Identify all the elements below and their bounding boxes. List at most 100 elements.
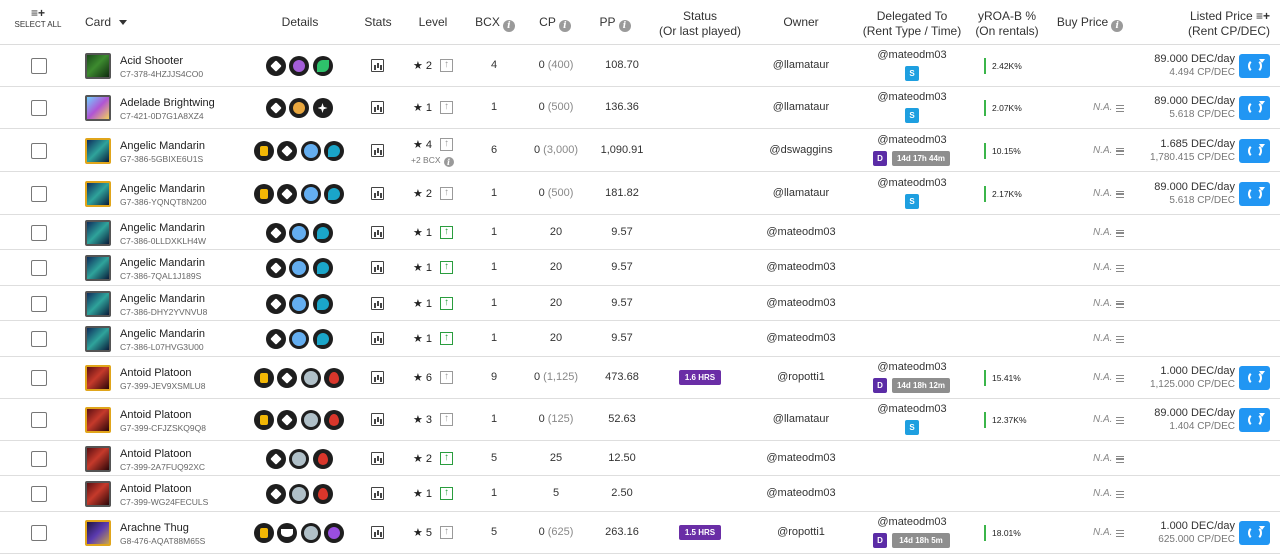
- card-name[interactable]: Antoid Platoon: [120, 448, 192, 460]
- owner-link[interactable]: @mateodm03: [740, 452, 862, 464]
- table-row[interactable]: Acid Shooter C7-378-4HZJJS4CO0 ★ 2 ↑ 4 0 (400…: [0, 45, 1280, 87]
- owner-link[interactable]: @mateodm03: [740, 487, 862, 499]
- stats-icon[interactable]: [371, 296, 384, 310]
- info-icon[interactable]: i: [618, 20, 631, 32]
- row-checkbox[interactable]: [31, 412, 47, 428]
- stats-icon[interactable]: [371, 487, 384, 500]
- card-name[interactable]: Angelic Mandarin: [120, 257, 205, 269]
- table-row[interactable]: Angelic Mandarin G7-386-YQNQT8N200 ★ 2 ↑ 1 0 …: [0, 172, 1280, 215]
- list-icon[interactable]: [1116, 105, 1124, 112]
- list-icon[interactable]: [1116, 530, 1124, 537]
- delegated-to-link[interactable]: @mateodm03: [862, 361, 962, 373]
- table-row[interactable]: Antoid Platoon G7-399-CFJZSKQ9Q8 ★ 3 ↑ 1 0 (1…: [0, 399, 1280, 441]
- table-row[interactable]: Antoid Platoon C7-399-WG24FECULS ★ 1 ↑ 1 5 2.5…: [0, 476, 1280, 512]
- level-up-icon[interactable]: ↑: [440, 261, 453, 274]
- card-thumbnail[interactable]: [85, 137, 111, 164]
- list-icon[interactable]: [1116, 147, 1124, 155]
- stats-icon[interactable]: [371, 526, 384, 539]
- list-icon[interactable]: [1116, 491, 1124, 498]
- level-up-icon[interactable]: ↑: [440, 225, 453, 239]
- info-icon[interactable]: i: [502, 20, 515, 32]
- info-icon[interactable]: i: [558, 20, 571, 32]
- row-checkbox[interactable]: [31, 260, 47, 276]
- owner-link[interactable]: @ropotti1: [740, 526, 862, 538]
- card-thumbnail[interactable]: [85, 365, 111, 391]
- table-row[interactable]: Arachne Thug G8-476-AQAT88M65S ★ 5 ↑ 5 0 (625…: [0, 512, 1280, 554]
- card-name[interactable]: Angelic Mandarin: [120, 328, 205, 340]
- card-name[interactable]: Angelic Mandarin: [120, 183, 205, 195]
- owner-link[interactable]: @ropotti1: [740, 371, 862, 383]
- owner-link[interactable]: @llamataur: [740, 101, 862, 113]
- card-name[interactable]: Acid Shooter: [120, 55, 183, 67]
- table-row[interactable]: Adelade Brightwing C7-421-0D7G1A8XZ4 ★ 1 ↑ 1…: [0, 87, 1280, 129]
- table-row[interactable]: Antoid Platoon C7-399-2A7FUQ92XC ★ 2 ↑ 5 25 12…: [0, 441, 1280, 476]
- card-thumbnail[interactable]: [85, 180, 111, 207]
- row-checkbox[interactable]: [31, 331, 47, 347]
- list-icon[interactable]: [1116, 336, 1124, 343]
- refresh-icon[interactable]: [1239, 54, 1270, 78]
- card-column-header[interactable]: Card: [85, 15, 128, 30]
- refresh-icon[interactable]: [1239, 96, 1270, 120]
- card-name[interactable]: Arachne Thug: [120, 522, 189, 534]
- stats-icon[interactable]: [371, 101, 384, 114]
- owner-link[interactable]: @mateodm03: [740, 297, 862, 309]
- row-checkbox[interactable]: [31, 450, 47, 467]
- refresh-icon[interactable]: [1239, 408, 1270, 432]
- card-thumbnail[interactable]: [85, 219, 111, 246]
- card-name[interactable]: Angelic Mandarin: [120, 293, 205, 305]
- table-row[interactable]: Angelic Mandarin C7-386-DHY2YVNVU8 ★ 1 ↑ 1 20…: [0, 286, 1280, 321]
- owner-link[interactable]: @mateodm03: [740, 261, 862, 273]
- stats-icon[interactable]: [371, 225, 384, 239]
- stats-icon[interactable]: [371, 143, 384, 157]
- row-checkbox[interactable]: [31, 525, 47, 541]
- owner-link[interactable]: @llamataur: [740, 187, 862, 199]
- card-thumbnail[interactable]: [85, 53, 111, 79]
- owner-link[interactable]: @dswaggins: [740, 144, 862, 156]
- list-icon[interactable]: [1116, 300, 1124, 308]
- level-up-icon[interactable]: ↑: [440, 487, 453, 500]
- table-row[interactable]: Antoid Platoon G7-399-JEV9XSMLU8 ★ 6 ↑ 9 0 (1…: [0, 357, 1280, 399]
- table-row[interactable]: Angelic Mandarin G7-386-5GBIXE6U1S ★ 4 ↑ +2 …: [0, 129, 1280, 172]
- card-name[interactable]: Angelic Mandarin: [120, 140, 205, 152]
- card-thumbnail[interactable]: [85, 95, 111, 121]
- row-checkbox[interactable]: [31, 142, 47, 159]
- owner-link[interactable]: @llamataur: [740, 413, 862, 425]
- card-name[interactable]: Antoid Platoon: [120, 367, 192, 379]
- info-icon[interactable]: i: [1111, 20, 1124, 32]
- table-row[interactable]: Angelic Mandarin C7-386-L07HVG3U00 ★ 1 ↑ 1 20…: [0, 321, 1280, 357]
- delegated-to-link[interactable]: @mateodm03: [862, 177, 962, 189]
- row-checkbox[interactable]: [31, 370, 47, 386]
- row-checkbox[interactable]: [31, 224, 47, 241]
- card-thumbnail[interactable]: [85, 290, 111, 317]
- table-row[interactable]: Angelic Mandarin C7-386-7QAL1J189S ★ 1 ↑ 1 20…: [0, 250, 1280, 286]
- level-up-icon[interactable]: ↑: [440, 296, 453, 310]
- level-up-icon[interactable]: ↑: [440, 332, 453, 345]
- refresh-icon[interactable]: [1239, 138, 1270, 163]
- stats-icon[interactable]: [371, 332, 384, 345]
- stats-icon[interactable]: [371, 186, 384, 200]
- info-icon[interactable]: i: [443, 156, 454, 167]
- card-thumbnail[interactable]: [85, 481, 111, 507]
- stats-icon[interactable]: [371, 371, 384, 384]
- card-thumbnail[interactable]: [85, 326, 111, 352]
- refresh-icon[interactable]: [1239, 521, 1270, 545]
- row-checkbox[interactable]: [31, 100, 47, 116]
- owner-link[interactable]: @mateodm03: [740, 332, 862, 344]
- card-name[interactable]: Antoid Platoon: [120, 483, 192, 495]
- stats-icon[interactable]: [371, 59, 384, 72]
- card-thumbnail[interactable]: [85, 445, 111, 472]
- list-icon[interactable]: [1116, 229, 1124, 237]
- level-up-icon[interactable]: ↑: [440, 451, 453, 465]
- row-checkbox[interactable]: [31, 295, 47, 312]
- stats-icon[interactable]: [371, 261, 384, 274]
- row-checkbox[interactable]: [31, 58, 47, 74]
- refresh-icon[interactable]: [1239, 181, 1270, 206]
- list-icon[interactable]: [1116, 375, 1124, 382]
- card-thumbnail[interactable]: [85, 407, 111, 433]
- delegated-to-link[interactable]: @mateodm03: [862, 403, 962, 415]
- card-name[interactable]: Adelade Brightwing: [120, 97, 215, 109]
- stats-icon[interactable]: [371, 413, 384, 426]
- owner-link[interactable]: @llamataur: [740, 59, 862, 71]
- delegated-to-link[interactable]: @mateodm03: [862, 91, 962, 103]
- list-icon[interactable]: [1116, 455, 1124, 463]
